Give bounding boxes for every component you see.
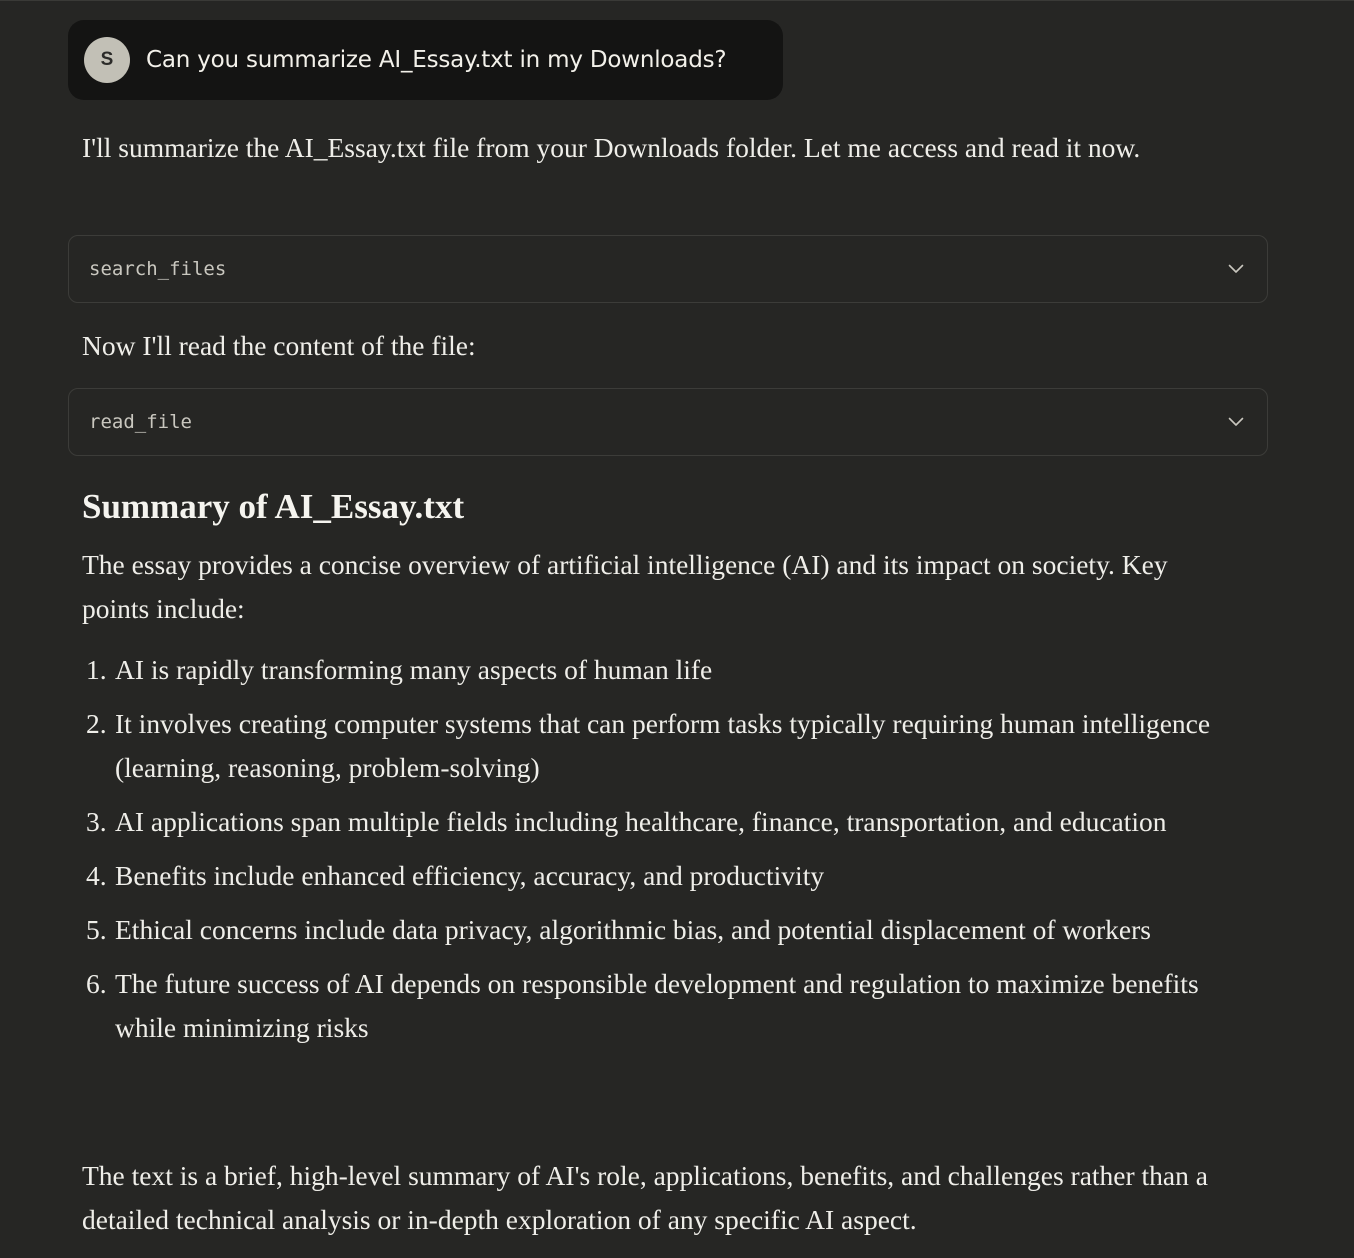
list-item-text: AI applications span multiple fields inc… <box>115 806 1167 837</box>
list-item-text: The future success of AI depends on resp… <box>115 968 1199 1043</box>
list-item: 2. It involves creating computer systems … <box>82 702 1212 790</box>
summary-conclusion: The text is a brief, high-level summary … <box>82 1154 1212 1242</box>
summary-intro: The essay provides a concise overview of… <box>82 543 1212 631</box>
user-message-bubble: S Can you summarize AI_Essay.txt in my D… <box>68 20 783 100</box>
list-item-text: It involves creating computer systems th… <box>115 708 1211 783</box>
list-item: 1. AI is rapidly transforming many aspect… <box>82 648 1212 692</box>
summary-points-list: 1. AI is rapidly transforming many aspect… <box>82 648 1212 1060</box>
list-item: 5. Ethical concerns include data privacy,… <box>82 908 1212 952</box>
list-number: 4. <box>86 860 107 891</box>
list-item-text: AI is rapidly transforming many aspects … <box>115 654 713 685</box>
list-number: 3. <box>86 806 107 837</box>
list-item-text: Benefits include enhanced efficiency, ac… <box>115 860 825 891</box>
tool-call-name: read_file <box>89 411 192 433</box>
assistant-intro-text: I'll summarize the AI_Essay.txt file fro… <box>82 132 1141 163</box>
chevron-down-icon[interactable] <box>1227 416 1245 428</box>
between-text: Now I'll read the content of the file: <box>82 330 476 361</box>
summary-heading: Summary of AI_Essay.txt <box>82 487 465 526</box>
conclusion-text: The text is a brief, high-level summary … <box>82 1160 1208 1235</box>
list-number: 6. <box>86 968 107 999</box>
assistant-between-text: Now I'll read the content of the file: <box>82 324 1212 368</box>
tool-call-name: search_files <box>89 258 227 280</box>
list-item: 4. Benefits include enhanced efficiency, … <box>82 854 1212 898</box>
assistant-intro: I'll summarize the AI_Essay.txt file fro… <box>82 126 1212 170</box>
summary-intro-text: The essay provides a concise overview of… <box>82 549 1168 624</box>
list-item-text: Ethical concerns include data privacy, a… <box>115 914 1151 945</box>
chevron-down-icon[interactable] <box>1227 263 1245 275</box>
list-item: 3. AI applications span multiple fields i… <box>82 800 1212 844</box>
user-message-text: Can you summarize AI_Essay.txt in my Dow… <box>146 47 727 73</box>
list-item: 6. The future success of AI depends on re… <box>82 962 1212 1050</box>
top-divider <box>0 0 1354 1</box>
tool-call-search-files[interactable]: search_files <box>68 235 1268 303</box>
list-number: 5. <box>86 914 107 945</box>
tool-call-read-file[interactable]: read_file <box>68 388 1268 456</box>
list-number: 2. <box>86 708 107 739</box>
list-number: 1. <box>86 654 107 685</box>
user-avatar: S <box>84 37 130 83</box>
